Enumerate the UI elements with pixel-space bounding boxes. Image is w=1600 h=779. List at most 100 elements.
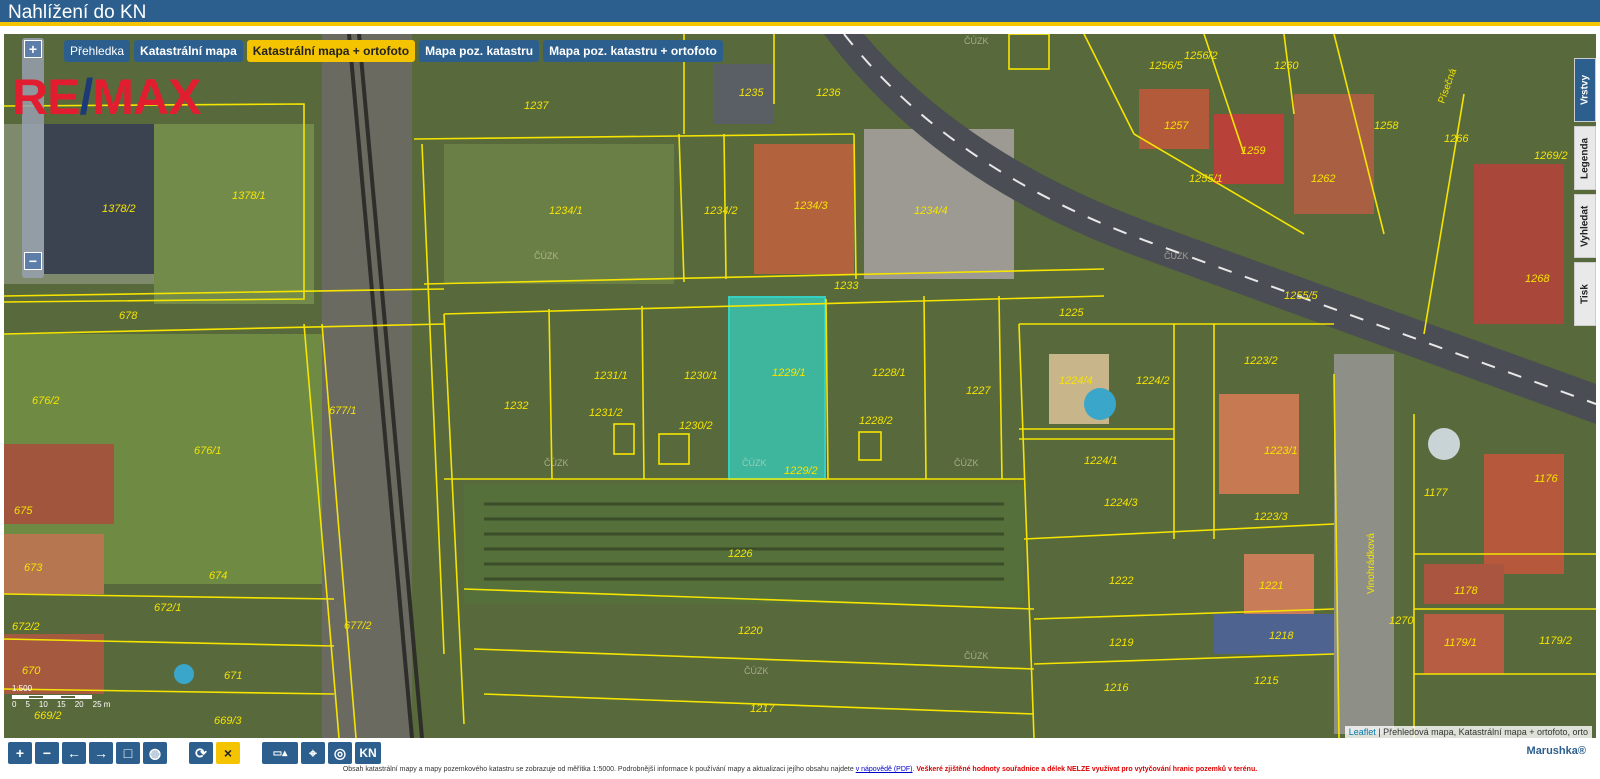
parcel-label[interactable]: 1224/3: [1104, 497, 1139, 509]
measure-icon[interactable]: ▭▴: [262, 742, 298, 764]
parcel-label[interactable]: 1260: [1274, 60, 1299, 72]
parcel-label[interactable]: 1234/1: [549, 205, 583, 217]
kn-button[interactable]: KN: [355, 742, 381, 764]
parcel-label[interactable]: 1219: [1109, 637, 1133, 649]
layer-tab-mapa-poz-katastru-ortofoto[interactable]: Mapa poz. katastru + ortofoto: [543, 40, 723, 62]
map-viewport[interactable]: 1237 1235 1236 1234/1 1234/2 1234/3 1234/4 1378…: [4, 34, 1596, 738]
parcel-label[interactable]: 1224/2: [1136, 375, 1170, 387]
side-tab-vyhledat[interactable]: Vyhledat: [1574, 194, 1596, 258]
leaflet-link[interactable]: Leaflet: [1349, 727, 1376, 737]
cadastral-map[interactable]: 1237 1235 1236 1234/1 1234/2 1234/3 1234/4 1378…: [4, 34, 1596, 738]
parcel-label[interactable]: 1224/4: [1059, 375, 1093, 387]
layer-tab-mapa-poz-katastru[interactable]: Mapa poz. katastru: [419, 40, 540, 62]
parcel-label[interactable]: 678: [119, 310, 138, 322]
parcel-label[interactable]: 1234/4: [914, 205, 948, 217]
parcel-label[interactable]: 1259: [1241, 145, 1265, 157]
parcel-label[interactable]: 1256/2: [1184, 50, 1218, 62]
parcel-label[interactable]: 1231/2: [589, 407, 623, 419]
parcel-label[interactable]: 1235: [739, 87, 764, 99]
parcel-label[interactable]: 1255/1: [1189, 173, 1223, 185]
parcel-label[interactable]: 1230/1: [684, 370, 718, 382]
parcel-label[interactable]: 674: [209, 570, 227, 582]
back-button[interactable]: ←: [62, 742, 86, 764]
parcel-label[interactable]: 1232: [504, 400, 528, 412]
parcel-label[interactable]: 671: [224, 670, 242, 682]
parcel-label[interactable]: 675: [14, 505, 33, 517]
parcel-label[interactable]: 1223/3: [1254, 511, 1289, 523]
parcel-label[interactable]: 672/1: [154, 602, 182, 614]
parcel-label[interactable]: 677/1: [329, 405, 357, 417]
zoom-in-button[interactable]: +: [24, 40, 42, 58]
parcel-label[interactable]: 669/2: [34, 710, 62, 722]
parcel-label[interactable]: 1229/2: [784, 465, 818, 477]
forward-button[interactable]: →: [89, 742, 113, 764]
layer-tab-katastralni-mapa-ortofoto[interactable]: Katastrální mapa + ortofoto: [246, 40, 416, 62]
parcel-label[interactable]: 1268: [1525, 273, 1550, 285]
parcel-label[interactable]: 1269/2: [1534, 150, 1568, 162]
pin-icon[interactable]: ⌖: [301, 742, 325, 764]
parcel-label[interactable]: 1228/1: [872, 367, 906, 379]
zoom-out-tool-button[interactable]: −: [35, 742, 59, 764]
parcel-label[interactable]: 1179/2: [1539, 635, 1572, 647]
clear-button[interactable]: ×: [216, 742, 240, 764]
parcel-label[interactable]: 676/2: [32, 395, 60, 407]
attribution-text: | Přehledová mapa, Katastrální mapa + or…: [1378, 727, 1588, 737]
parcel-label[interactable]: 1236: [816, 87, 841, 99]
parcel-label[interactable]: 1179/1: [1444, 637, 1477, 649]
logo-slash: /: [79, 69, 93, 125]
zoom-out-button[interactable]: −: [24, 252, 42, 270]
parcel-label[interactable]: 673: [24, 562, 43, 574]
parcel-label[interactable]: 672/2: [12, 621, 40, 633]
parcel-label[interactable]: 1226: [728, 548, 753, 560]
side-tab-legenda[interactable]: Legenda: [1574, 126, 1596, 190]
parcel-label[interactable]: 669/3: [214, 715, 242, 727]
parcel-label[interactable]: 1217: [750, 703, 775, 715]
parcel-label[interactable]: 1223/2: [1244, 355, 1278, 367]
refresh-icon[interactable]: ⟳: [189, 742, 213, 764]
parcel-label[interactable]: 1378/2: [102, 203, 136, 215]
parcel-label[interactable]: 1378/1: [232, 190, 266, 202]
parcel-label[interactable]: 1229/1: [772, 367, 806, 379]
scale-tick: 25 m: [92, 700, 111, 709]
parcel-label[interactable]: 1215: [1254, 675, 1279, 687]
side-tab-tisk[interactable]: Tisk: [1574, 262, 1596, 326]
parcel-label[interactable]: 1257: [1164, 120, 1189, 132]
parcel-label[interactable]: 1234/2: [704, 205, 738, 217]
parcel-label[interactable]: 1177: [1424, 487, 1449, 499]
parcel-label[interactable]: 1233: [834, 280, 859, 292]
parcel-label[interactable]: 670: [22, 665, 41, 677]
zoom-extent-button[interactable]: □: [116, 742, 140, 764]
parcel-label[interactable]: 1231/1: [594, 370, 628, 382]
layer-tab-prehledka[interactable]: Přehledka: [64, 40, 131, 62]
zoom-in-tool-button[interactable]: +: [8, 742, 32, 764]
parcel-label[interactable]: 1262: [1311, 173, 1335, 185]
parcel-label[interactable]: 1237: [524, 100, 549, 112]
parcel-label[interactable]: 1266: [1444, 133, 1469, 145]
parcel-label[interactable]: 1224/1: [1084, 455, 1118, 467]
parcel-label[interactable]: 1218: [1269, 630, 1294, 642]
side-tab-vrstvy[interactable]: Vrstvy: [1574, 58, 1596, 122]
parcel-label[interactable]: 1216: [1104, 682, 1129, 694]
parcel-label[interactable]: 1221: [1259, 580, 1283, 592]
layer-tab-katastralni-mapa[interactable]: Katastrální mapa: [134, 40, 243, 62]
parcel-label[interactable]: 676/1: [194, 445, 222, 457]
parcel-label[interactable]: 1256/5: [1149, 60, 1184, 72]
locate-icon[interactable]: ◎: [328, 742, 352, 764]
parcel-label[interactable]: 1223/1: [1264, 445, 1298, 457]
parcel-label[interactable]: 1178: [1454, 585, 1479, 597]
parcel-label[interactable]: 1255/5: [1284, 290, 1319, 302]
parcel-label[interactable]: 1258: [1374, 120, 1399, 132]
parcel-label[interactable]: 1234/3: [794, 200, 829, 212]
globe-icon[interactable]: ◍: [143, 742, 167, 764]
parcel-label[interactable]: 1225: [1059, 307, 1084, 319]
watermark-label: ČÚZK: [964, 36, 989, 46]
parcel-label[interactable]: 1227: [966, 385, 991, 397]
help-pdf-link[interactable]: v nápovědě (PDF): [856, 766, 913, 773]
parcel-label[interactable]: 1222: [1109, 575, 1133, 587]
parcel-label[interactable]: 1220: [738, 625, 763, 637]
parcel-label[interactable]: 1270: [1389, 615, 1414, 627]
parcel-label[interactable]: 677/2: [344, 620, 372, 632]
parcel-label[interactable]: 1176: [1534, 473, 1559, 485]
parcel-label[interactable]: 1230/2: [679, 420, 713, 432]
parcel-label[interactable]: 1228/2: [859, 415, 893, 427]
